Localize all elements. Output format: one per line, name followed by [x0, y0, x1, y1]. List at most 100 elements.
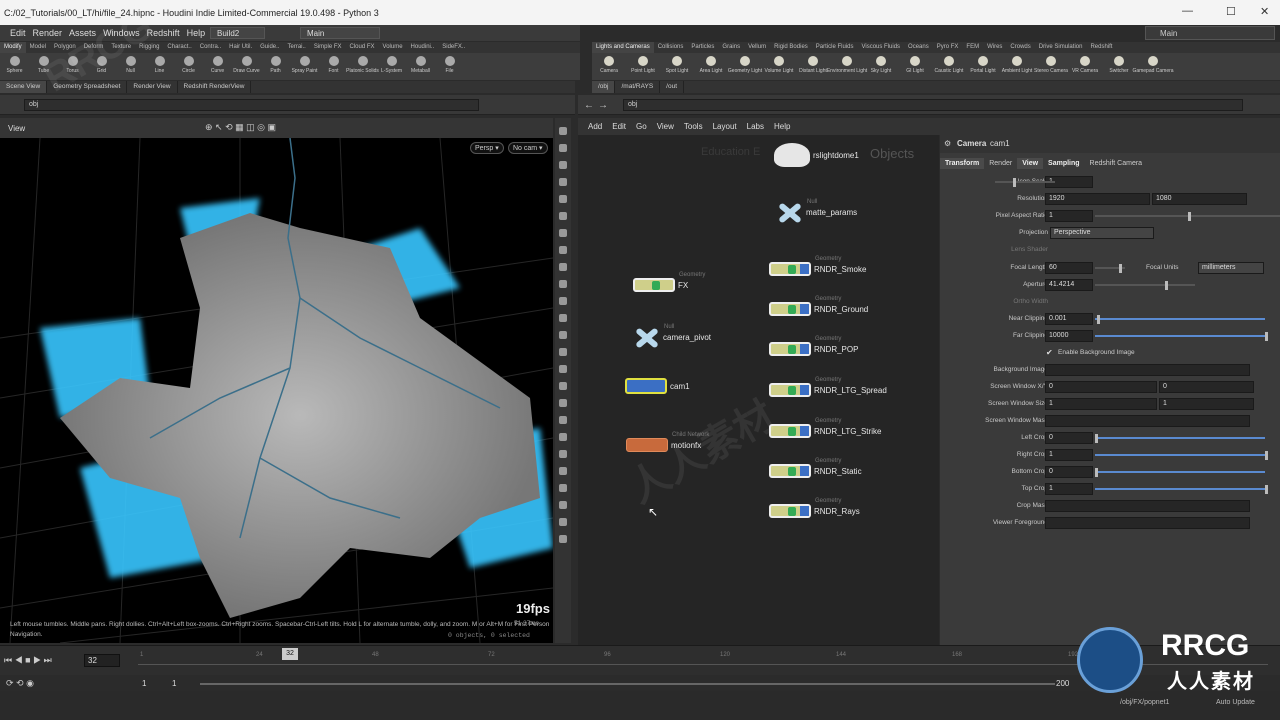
shelf-tab-contra[interactable]: Contra.. [196, 42, 225, 53]
view-tools-icon[interactable]: ⊕ ↖ ⟲ ▦ ◫ ◎ ▣ [205, 122, 276, 133]
menu-render[interactable]: Render [33, 28, 63, 38]
shelf-tab-drive-simulation[interactable]: Drive Simulation [1035, 42, 1087, 53]
tab-transform[interactable]: Transform [940, 157, 985, 169]
enable-bg-checkbox[interactable]: ✔ [1046, 348, 1053, 357]
node-matte-params[interactable]: Null matte_params [775, 199, 857, 223]
tab-redshift-renderview[interactable]: Redshift RenderView [178, 81, 252, 93]
param-slider[interactable] [1095, 437, 1265, 439]
shelf-tab-lights-and-cameras[interactable]: Lights and Cameras [592, 42, 654, 53]
shelf-tab-hair-util[interactable]: Hair Util. [225, 42, 256, 53]
tool-font[interactable]: Font [319, 53, 348, 80]
auto-update-button[interactable]: Auto Update [1216, 699, 1255, 706]
shelf-tab-vellum[interactable]: Vellum [744, 42, 770, 53]
tool-torus[interactable]: Torus [58, 53, 87, 80]
shelf-tab-fem[interactable]: FEM [962, 42, 983, 53]
param-slider[interactable] [1095, 471, 1265, 473]
param-field-near-clipping[interactable]: 0.001 [1045, 313, 1093, 325]
right-path-input[interactable]: obj [623, 99, 1243, 111]
tab-geometry-spreadsheet[interactable]: Geometry Spreadsheet [47, 81, 128, 93]
tool-spray-paint[interactable]: Spray Paint [290, 53, 319, 80]
tool-gi-light[interactable]: GI Light [898, 53, 932, 80]
shelf-tab-houdini[interactable]: Houdini.. [407, 42, 439, 53]
slider-knob[interactable] [1119, 264, 1122, 273]
node-rslightdome1[interactable]: rslightdome1 [774, 143, 859, 167]
range-end[interactable]: 200 [1056, 679, 1069, 688]
forward-arrow-icon[interactable]: → [598, 100, 608, 111]
tab-out[interactable]: /out [660, 81, 684, 93]
tool-path[interactable]: Path [261, 53, 290, 80]
param-field-projection[interactable]: Perspective [1050, 227, 1154, 239]
network-editor[interactable]: Education E Objects rslightdome1 Null ma… [578, 135, 939, 645]
shelf-tab-oceans[interactable]: Oceans [904, 42, 933, 53]
tool-curve[interactable]: Curve [203, 53, 232, 80]
node-cam1[interactable]: cam1 [625, 378, 690, 394]
param-field-screen-window-size[interactable]: 1 [1045, 398, 1157, 410]
shelf-tab-volume[interactable]: Volume [379, 42, 407, 53]
tab-view[interactable]: View [1017, 157, 1044, 169]
param-field-crop-mask[interactable] [1045, 500, 1250, 512]
node-motionfx[interactable]: Child Network motionfx [626, 432, 709, 452]
tool-camera[interactable]: Camera [592, 53, 626, 80]
shelf-tab-pyro-fx[interactable]: Pyro FX [933, 42, 963, 53]
param-field-screen-window-mask[interactable] [1045, 415, 1250, 427]
tool-tube[interactable]: Tube [29, 53, 58, 80]
param-field-focal-length[interactable]: 60 [1045, 262, 1093, 274]
node-rndr-ground[interactable]: Geometry RNDR_Ground [769, 296, 868, 316]
slider-knob[interactable] [1265, 332, 1268, 341]
node-rndr-pop[interactable]: Geometry RNDR_POP [769, 336, 858, 356]
param-slider[interactable] [1095, 335, 1265, 337]
shelf-tab-polygon[interactable]: Polygon [50, 42, 80, 53]
param-field-right-crop[interactable]: 1 [1045, 449, 1093, 461]
scene-viewport[interactable]: Persp ▾ No cam ▾ 19fps Left mouse tumble… [0, 138, 553, 643]
param-slider[interactable] [1095, 454, 1265, 456]
tool-spot-light[interactable]: Spot Light [660, 53, 694, 80]
param-field-screen-window-x-y[interactable]: 0 [1045, 381, 1157, 393]
slider-knob[interactable] [1265, 451, 1268, 460]
menu-edit[interactable]: Edit [10, 28, 26, 38]
node-rndr-ltg-strike[interactable]: Geometry RNDR_LTG_Strike [769, 418, 881, 438]
range-start-2[interactable]: 1 [172, 679, 176, 688]
param-slider[interactable] [1095, 318, 1265, 320]
shelf-tab-sidefx[interactable]: SideFX.. [438, 42, 469, 53]
playback-controls-icon[interactable]: ⏮ ◀ ■ ▶ ⏭ [4, 655, 52, 666]
camera-dropdown[interactable]: No cam ▾ [508, 142, 548, 154]
tool-l-system[interactable]: L-System [377, 53, 406, 80]
node-rndr-ltg-spread[interactable]: Geometry RNDR_LTG_Spread [769, 377, 887, 397]
left-path-input[interactable]: obj [24, 99, 479, 111]
shelf-tab-deform[interactable]: Deform [80, 42, 108, 53]
tool-null[interactable]: Null [116, 53, 145, 80]
param-field-pixel-aspect-ratio[interactable]: 1 [1045, 210, 1093, 222]
frame-marker[interactable]: 32 [282, 648, 298, 660]
shelf-tab-texture[interactable]: Texture [107, 42, 135, 53]
slider-knob[interactable] [1013, 178, 1016, 187]
param-field-aperture[interactable]: 41.4214 [1045, 279, 1093, 291]
net-menu-layout[interactable]: Layout [713, 122, 737, 131]
shelf-tab-particles[interactable]: Particles [687, 42, 718, 53]
tab-scene-view[interactable]: Scene View [0, 81, 48, 93]
param-field-top-crop[interactable]: 1 [1045, 483, 1093, 495]
shelf-tab-crowds[interactable]: Crowds [1006, 42, 1034, 53]
param-field-2-screen-window-size[interactable]: 1 [1159, 398, 1254, 410]
minimize-button[interactable]: — [1182, 5, 1193, 17]
tool-ambient-light[interactable]: Ambient Light [1000, 53, 1034, 80]
net-menu-add[interactable]: Add [588, 122, 602, 131]
tool-volume-light[interactable]: Volume Light [762, 53, 796, 80]
back-arrow-icon[interactable]: ← [584, 100, 594, 111]
node-camera-pivot[interactable]: Null camera_pivot [632, 324, 711, 348]
net-menu-help[interactable]: Help [774, 122, 790, 131]
net-menu-edit[interactable]: Edit [612, 122, 626, 131]
menu-assets[interactable]: Assets [69, 28, 96, 38]
slider-knob[interactable] [1095, 434, 1098, 443]
tool-metaball[interactable]: Metaball [406, 53, 435, 80]
range-start[interactable]: 1 [142, 679, 146, 688]
tab-sampling[interactable]: Sampling [1043, 158, 1085, 169]
param-field-resolution[interactable]: 1920 [1045, 193, 1150, 205]
loop-icon[interactable]: ⟳ ⟲ ◉ [6, 678, 34, 689]
shelf-tab-simple-fx[interactable]: Simple FX [310, 42, 346, 53]
menu-redshift[interactable]: Redshift [147, 28, 180, 38]
param-field-background-image[interactable] [1045, 364, 1250, 376]
tab-render[interactable]: Render [984, 158, 1017, 169]
tool-environment-light[interactable]: Environment Light [827, 53, 867, 80]
tool-area-light[interactable]: Area Light [694, 53, 728, 80]
shelf-tab-grains[interactable]: Grains [718, 42, 744, 53]
